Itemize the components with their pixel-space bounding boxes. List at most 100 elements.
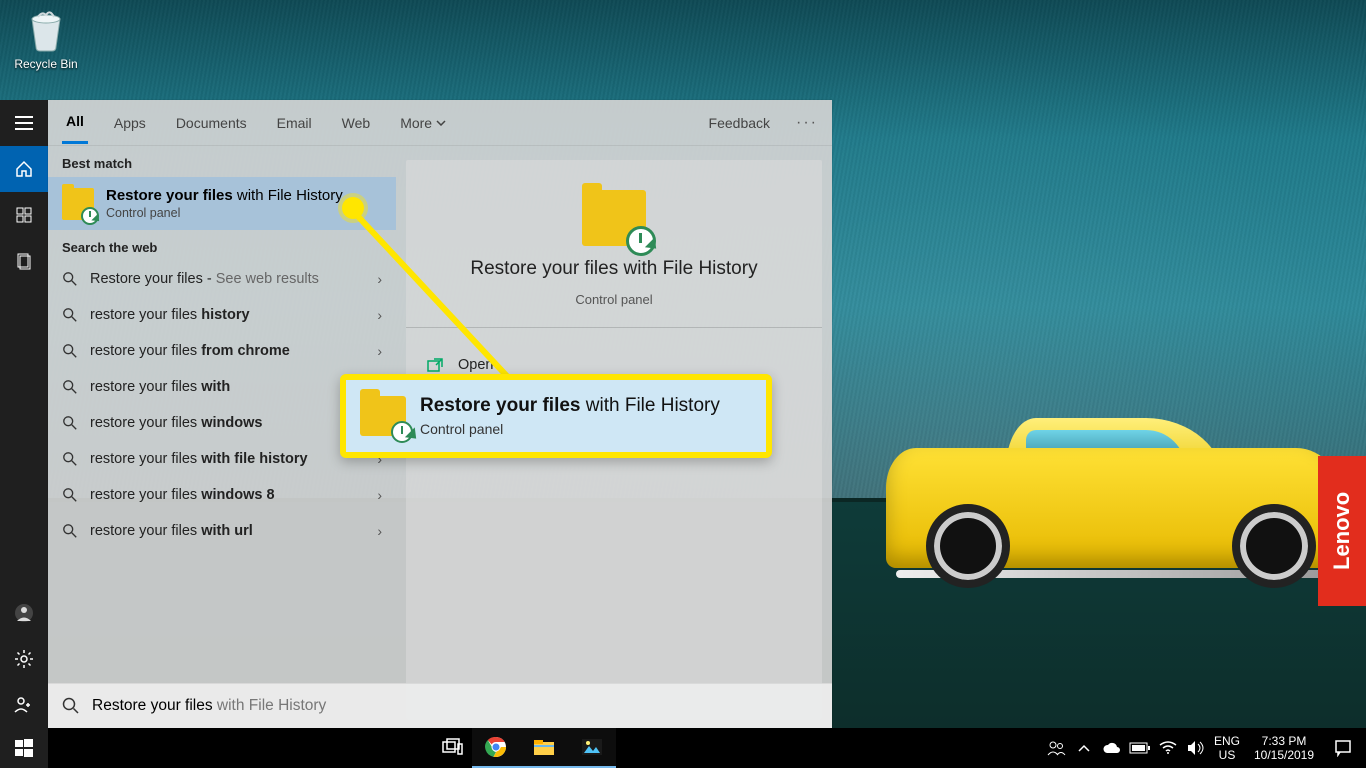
detail-subtitle: Control panel xyxy=(575,292,652,307)
file-history-icon xyxy=(360,396,406,436)
volume-icon xyxy=(1187,740,1205,756)
tab-documents[interactable]: Documents xyxy=(172,103,251,143)
rail-home[interactable] xyxy=(0,146,48,192)
web-result-2[interactable]: restore your files from chrome › xyxy=(48,333,396,369)
feedback-link[interactable]: Feedback xyxy=(705,103,774,143)
web-result-text: restore your files with file history xyxy=(90,451,365,467)
photos-icon xyxy=(580,735,604,759)
best-match-text: Restore your files with File History Con… xyxy=(106,187,343,220)
rail-settings[interactable] xyxy=(0,636,48,682)
action-center-icon xyxy=(1334,739,1352,757)
web-result-text: restore your files from chrome xyxy=(90,343,365,359)
system-tray: ENG US 7:33 PM 10/15/2019 xyxy=(1042,728,1366,768)
search-web-label: Search the web xyxy=(48,230,396,261)
chrome-icon xyxy=(484,735,508,759)
tab-more-label: More xyxy=(400,115,432,131)
web-result-text: restore your files windows 8 xyxy=(90,487,365,503)
battery-icon xyxy=(1129,742,1151,754)
documents-icon xyxy=(15,252,33,270)
start-button[interactable] xyxy=(0,728,48,768)
user-icon xyxy=(14,603,34,623)
cloud-icon xyxy=(1102,741,1122,755)
lang-top: ENG xyxy=(1210,734,1244,748)
web-result-text: restore your files with url xyxy=(90,523,365,539)
tray-onedrive[interactable] xyxy=(1098,728,1126,768)
recycle-bin-icon xyxy=(22,5,70,53)
rail-timeline[interactable] xyxy=(0,192,48,238)
search-icon xyxy=(62,451,78,467)
rail-documents[interactable] xyxy=(0,238,48,284)
recycle-bin[interactable]: Recycle Bin xyxy=(10,5,82,71)
tray-people[interactable] xyxy=(1042,728,1070,768)
people-icon xyxy=(1046,738,1066,758)
timeline-icon xyxy=(15,206,33,224)
rail-user[interactable] xyxy=(0,590,48,636)
search-icon xyxy=(62,271,78,287)
search-query: Restore your files with File History xyxy=(92,697,326,715)
search-icon xyxy=(62,697,80,715)
open-icon xyxy=(426,356,444,374)
chevron-up-icon xyxy=(1078,744,1090,752)
search-icon xyxy=(62,379,78,395)
tray-overflow[interactable] xyxy=(1070,728,1098,768)
hamburger-icon xyxy=(15,116,33,130)
web-result-1[interactable]: restore your files history› xyxy=(48,297,396,333)
tray-battery[interactable] xyxy=(1126,728,1154,768)
home-icon xyxy=(15,160,33,178)
clock-time: 7:33 PM xyxy=(1244,734,1324,748)
web-result-6[interactable]: restore your files windows 8 › xyxy=(48,477,396,513)
taskbar-pinned-apps xyxy=(472,728,616,768)
chevron-right-icon: › xyxy=(377,343,382,359)
chevron-right-icon: › xyxy=(377,487,382,503)
tab-email[interactable]: Email xyxy=(273,103,316,143)
clock-date: 10/15/2019 xyxy=(1244,748,1324,762)
annotation-dot xyxy=(342,197,364,219)
explorer-icon xyxy=(532,735,556,759)
task-view-icon xyxy=(440,736,464,760)
search-icon xyxy=(62,307,78,323)
tab-web[interactable]: Web xyxy=(338,103,375,143)
taskbar-app-explorer[interactable] xyxy=(520,728,568,768)
search-more-menu[interactable]: ··· xyxy=(796,114,818,132)
search-tabs: All Apps Documents Email Web More Feedba… xyxy=(48,100,832,146)
tray-wifi[interactable] xyxy=(1154,728,1182,768)
chevron-down-icon xyxy=(436,120,446,126)
chevron-right-icon: › xyxy=(377,271,382,287)
gear-icon xyxy=(14,649,34,669)
recycle-bin-label: Recycle Bin xyxy=(10,57,82,71)
detail-title: Restore your files with File History xyxy=(470,258,757,280)
lang-bottom: US xyxy=(1210,748,1244,762)
annotation-callout: Restore your files with File History Con… xyxy=(340,374,772,458)
web-result-0[interactable]: Restore your files - See web results › xyxy=(48,261,396,297)
file-history-icon xyxy=(62,188,94,220)
search-icon xyxy=(62,343,78,359)
tray-volume[interactable] xyxy=(1182,728,1210,768)
tray-language[interactable]: ENG US xyxy=(1210,734,1244,763)
start-rail xyxy=(0,100,48,728)
web-result-text: restore your files with xyxy=(90,379,365,395)
taskbar: ENG US 7:33 PM 10/15/2019 xyxy=(0,728,1366,768)
search-input[interactable]: Restore your files with File History xyxy=(48,683,832,728)
taskbar-app-chrome[interactable] xyxy=(472,728,520,768)
chevron-right-icon: › xyxy=(377,523,382,539)
tab-apps[interactable]: Apps xyxy=(110,103,150,143)
web-result-7[interactable]: restore your files with url › xyxy=(48,513,396,549)
taskbar-app-photos[interactable] xyxy=(568,728,616,768)
task-view-button[interactable] xyxy=(432,728,472,768)
web-result-text: Restore your files - See web results xyxy=(90,271,365,287)
tray-clock[interactable]: 7:33 PM 10/15/2019 xyxy=(1244,734,1324,763)
rail-hamburger[interactable] xyxy=(0,100,48,146)
chevron-right-icon: › xyxy=(377,307,382,323)
wifi-icon xyxy=(1159,741,1177,755)
lenovo-badge: Lenovo xyxy=(1318,456,1366,606)
car-graphic xyxy=(846,368,1366,588)
tab-more[interactable]: More xyxy=(396,103,450,143)
search-icon xyxy=(62,487,78,503)
search-icon xyxy=(62,415,78,431)
tray-action-center[interactable] xyxy=(1324,739,1362,757)
file-history-icon xyxy=(582,190,646,246)
power-user-icon xyxy=(14,695,34,715)
tab-all[interactable]: All xyxy=(62,101,88,144)
rail-power[interactable] xyxy=(0,682,48,728)
search-icon xyxy=(62,523,78,539)
